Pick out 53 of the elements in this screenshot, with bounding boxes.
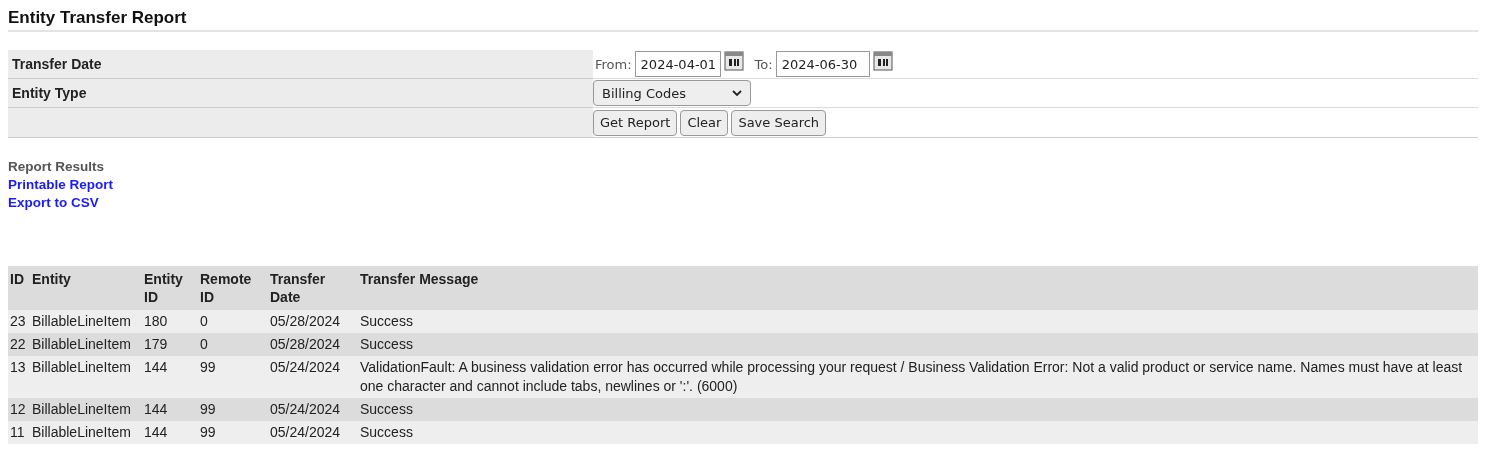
table-cell: 0 xyxy=(198,333,268,356)
table-cell: 05/24/2024 xyxy=(268,421,358,444)
table-cell: BillableLineItem xyxy=(30,310,142,333)
table-cell: BillableLineItem xyxy=(30,421,142,444)
form-button[interactable]: Clear xyxy=(680,109,729,136)
to-date-field[interactable]: 2024-06-30 xyxy=(775,51,870,77)
table-cell: BillableLineItem xyxy=(30,333,142,356)
table-cell: 179 xyxy=(142,333,198,356)
column-header: Entity ID xyxy=(142,266,198,310)
column-header: Transfer Message xyxy=(358,266,1478,310)
to-label: To: xyxy=(754,56,773,72)
column-header: Transfer Date xyxy=(268,266,358,310)
table-cell: 0 xyxy=(198,310,268,333)
table-cell: 05/24/2024 xyxy=(268,398,358,421)
filter-label: Entity Type xyxy=(8,79,593,108)
table-cell: 144 xyxy=(142,356,198,398)
table-cell: 144 xyxy=(142,421,198,444)
column-header: Remote ID xyxy=(198,266,268,310)
calendar-icon[interactable] xyxy=(723,51,744,71)
from-date-field[interactable]: 2024-04-01 xyxy=(634,51,721,77)
from-label: From: xyxy=(595,56,632,72)
table-cell: Success xyxy=(358,421,1478,444)
column-header: ID xyxy=(8,266,30,310)
table-cell: 05/28/2024 xyxy=(268,310,358,333)
entity-type-dropdown[interactable]: Billing Codes xyxy=(593,80,751,106)
form-button[interactable]: Save Search xyxy=(731,109,827,136)
table-cell: Success xyxy=(358,333,1478,356)
calendar-icon[interactable] xyxy=(872,51,893,71)
table-cell: BillableLineItem xyxy=(30,356,142,398)
table-cell: 05/28/2024 xyxy=(268,333,358,356)
report-link[interactable]: Export to CSV xyxy=(8,194,1478,212)
table-cell: 144 xyxy=(142,398,198,421)
report-link[interactable]: Printable Report xyxy=(8,176,1478,194)
table-cell: 23 xyxy=(8,310,30,333)
results-heading: Report Results xyxy=(8,158,106,176)
table-cell: Success xyxy=(358,398,1478,421)
table-cell: BillableLineItem xyxy=(30,398,142,421)
table-cell: 99 xyxy=(198,356,268,398)
table-cell: 180 xyxy=(142,310,198,333)
table-cell: 11 xyxy=(8,421,30,444)
table-cell: Success xyxy=(358,310,1478,333)
column-header: Entity xyxy=(30,266,142,310)
table-cell: 05/24/2024 xyxy=(268,356,358,398)
table-cell: 22 xyxy=(8,333,30,356)
table-cell: ValidationFault: A business validation error has occurred while processing your request / Business Validation Error: Not a valid product or service name. Names must have at least one character and cannot include tabs, newlines or ':'. (6000) xyxy=(358,356,1478,398)
table-cell: 99 xyxy=(198,421,268,444)
table-cell: 13 xyxy=(8,356,30,398)
form-button[interactable]: Get Report xyxy=(593,109,678,136)
chevron-down-icon xyxy=(732,89,742,97)
table-cell: 99 xyxy=(198,398,268,421)
filter-label: Transfer Date xyxy=(8,50,593,79)
page-title: Entity Transfer Report xyxy=(8,8,1478,32)
table-cell: 12 xyxy=(8,398,30,421)
